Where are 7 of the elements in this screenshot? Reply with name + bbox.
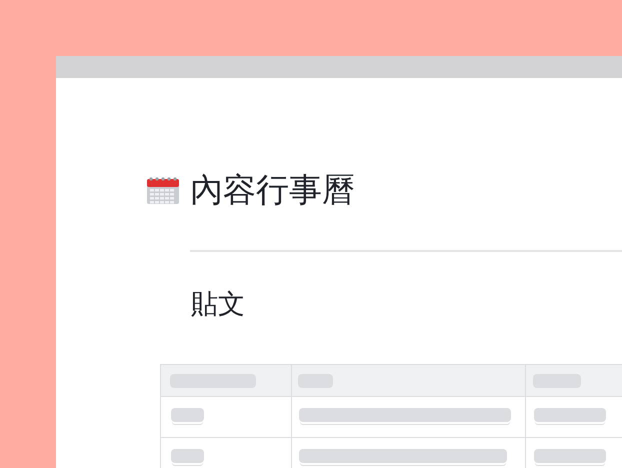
cell-placeholder [171, 408, 204, 422]
cell-placeholder [534, 408, 606, 422]
cell-placeholder [534, 449, 606, 463]
calendar-icon [147, 176, 179, 204]
cell-placeholder [171, 449, 204, 463]
section-heading: 貼文 [191, 288, 246, 322]
page-title: 內容行事曆 [190, 170, 355, 210]
